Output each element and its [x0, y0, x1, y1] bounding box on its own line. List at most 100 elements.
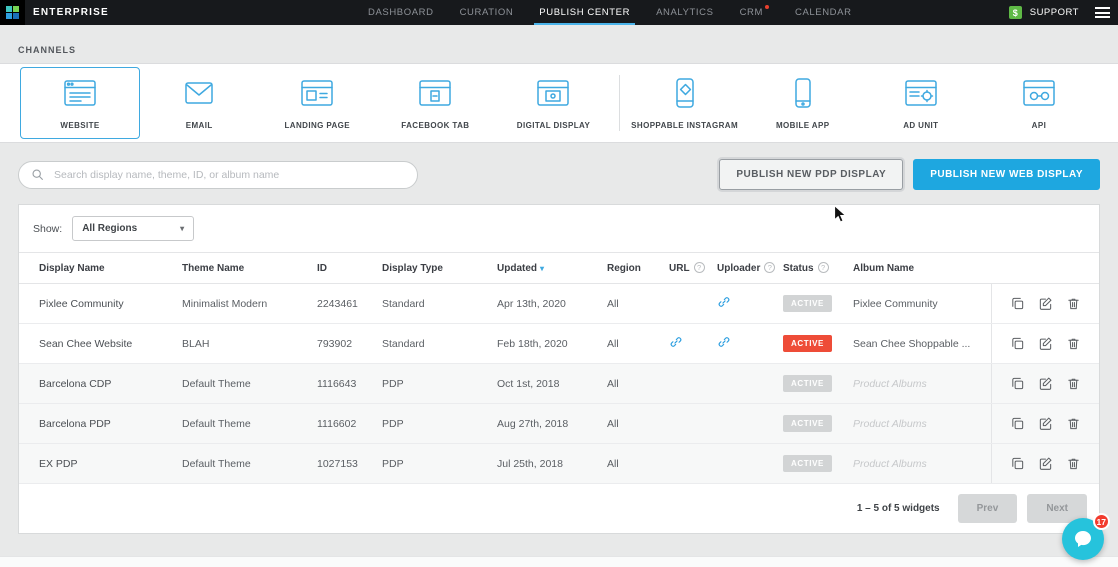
topnav-calendar[interactable]: CALENDAR [795, 0, 852, 25]
col-url[interactable]: URL? [661, 253, 709, 284]
cell-updated: Oct 1st, 2018 [489, 364, 599, 404]
cell-actions [991, 444, 1099, 484]
column-label: URL [669, 263, 690, 274]
cell-region: All [599, 404, 661, 444]
channel-website[interactable]: WEBSITE [20, 67, 140, 139]
col-display-name[interactable]: Display Name [19, 253, 174, 284]
sort-desc-icon[interactable]: ▾ [540, 264, 544, 273]
channel-mobile-app[interactable]: MOBILE APP [744, 64, 862, 142]
cell-theme-name: Default Theme [174, 364, 309, 404]
column-label: Album Name [853, 263, 914, 274]
delete-icon[interactable] [1066, 336, 1081, 351]
copy-icon[interactable] [1010, 456, 1025, 471]
delete-icon[interactable] [1066, 416, 1081, 431]
pagination: 1 – 5 of 5 widgets Prev Next [19, 484, 1099, 533]
prev-page-button[interactable]: Prev [958, 494, 1018, 523]
col-theme-name[interactable]: Theme Name [174, 253, 309, 284]
url-link-icon[interactable] [669, 335, 683, 349]
topnav-analytics[interactable]: ANALYTICS [656, 0, 714, 25]
cell-url [661, 324, 709, 364]
show-label: Show: [33, 223, 62, 235]
cell-display-type: PDP [374, 364, 489, 404]
cell-actions [991, 364, 1099, 404]
copy-icon[interactable] [1010, 416, 1025, 431]
nav-label: CALENDAR [795, 7, 852, 18]
publish-new-web-display-button[interactable]: PUBLISH NEW WEB DISPLAY [913, 159, 1100, 190]
help-icon[interactable]: ? [818, 262, 829, 273]
col-album-name[interactable]: Album Name [845, 253, 991, 284]
search-input[interactable] [52, 168, 405, 182]
table-row: Pixlee CommunityMinimalist Modern2243461… [19, 284, 1099, 324]
channel-ad-unit[interactable]: AD UNIT [862, 64, 980, 142]
chat-launcher-button[interactable]: 17 [1062, 518, 1104, 560]
col-region[interactable]: Region [599, 253, 661, 284]
channel-label: EMAIL [186, 121, 213, 130]
brand-logo-icon[interactable] [0, 0, 25, 25]
channel-label: AD UNIT [903, 121, 938, 130]
cell-region: All [599, 444, 661, 484]
edit-icon[interactable] [1038, 336, 1053, 351]
support-link[interactable]: SUPPORT [1030, 7, 1079, 18]
cell-id: 1027153 [309, 444, 374, 484]
copy-icon[interactable] [1010, 336, 1025, 351]
topnav-publish-center[interactable]: PUBLISH CENTER [539, 0, 630, 25]
help-icon[interactable]: ? [694, 262, 705, 273]
nav-label: ANALYTICS [656, 7, 714, 18]
toolbar-buttons: PUBLISH NEW PDP DISPLAY PUBLISH NEW WEB … [719, 159, 1100, 190]
publish-new-pdp-display-button[interactable]: PUBLISH NEW PDP DISPLAY [719, 159, 903, 190]
channel-facebook-tab[interactable]: FACEBOOK TAB [376, 64, 494, 142]
uploader-link-icon[interactable] [717, 335, 731, 349]
channel-label: LANDING PAGE [285, 121, 351, 130]
mobile-app-icon [783, 77, 823, 114]
cell-album-name: Product Albums [845, 404, 991, 444]
cell-display-name: Sean Chee Website [19, 324, 174, 364]
col-updated[interactable]: Updated▾ [489, 253, 599, 284]
channel-label: FACEBOOK TAB [401, 121, 469, 130]
cell-display-name: Barcelona CDP [19, 364, 174, 404]
copy-icon[interactable] [1010, 296, 1025, 311]
col-id[interactable]: ID [309, 253, 374, 284]
main-nav: DASHBOARD CURATION PUBLISH CENTER ANALYTICS… [368, 0, 852, 25]
row-actions [1000, 336, 1092, 351]
credits-icon[interactable]: $ [1009, 6, 1022, 19]
col-uploader[interactable]: Uploader? [709, 253, 775, 284]
landing-page-icon [297, 77, 337, 114]
delete-icon[interactable] [1066, 456, 1081, 471]
delete-icon[interactable] [1066, 376, 1081, 391]
col-display-type[interactable]: Display Type [374, 253, 489, 284]
channel-api[interactable]: API [980, 64, 1098, 142]
cell-url [661, 444, 709, 484]
delete-icon[interactable] [1066, 296, 1081, 311]
channel-landing-page[interactable]: LANDING PAGE [258, 64, 376, 142]
cell-album-name: Product Albums [845, 444, 991, 484]
search-box[interactable] [18, 161, 418, 189]
region-select-value: All Regions [82, 223, 137, 234]
topnav-crm[interactable]: CRM [740, 0, 769, 25]
edit-icon[interactable] [1038, 376, 1053, 391]
copy-icon[interactable] [1010, 376, 1025, 391]
channels-panel: WEBSITE EMAIL LANDING PAGE FACEBOOK TAB DIGI… [0, 63, 1118, 143]
status-badge: ACTIVE [783, 415, 832, 432]
chat-unread-badge: 17 [1093, 513, 1110, 530]
column-label: Uploader [717, 263, 760, 274]
channel-email[interactable]: EMAIL [140, 64, 258, 142]
channel-digital-display[interactable]: DIGITAL DISPLAY [494, 64, 612, 142]
pixlee-logo-icon [6, 6, 19, 19]
col-status[interactable]: Status? [775, 253, 845, 284]
hamburger-menu-icon[interactable] [1095, 7, 1112, 18]
table-row: Barcelona CDPDefault Theme1116643PDPOct … [19, 364, 1099, 404]
status-badge: ACTIVE [783, 455, 832, 472]
channel-shoppable-instagram[interactable]: SHOPPABLE INSTAGRAM [626, 64, 744, 142]
edit-icon[interactable] [1038, 456, 1053, 471]
filter-row: Show: All Regions ▾ [19, 205, 1099, 252]
uploader-link-icon[interactable] [717, 295, 731, 309]
cell-url [661, 364, 709, 404]
topnav-dashboard[interactable]: DASHBOARD [368, 0, 434, 25]
edit-icon[interactable] [1038, 296, 1053, 311]
edit-icon[interactable] [1038, 416, 1053, 431]
help-icon[interactable]: ? [764, 262, 775, 273]
region-select[interactable]: All Regions ▾ [72, 216, 194, 241]
topnav-curation[interactable]: CURATION [460, 0, 514, 25]
cell-region: All [599, 364, 661, 404]
cell-id: 2243461 [309, 284, 374, 324]
